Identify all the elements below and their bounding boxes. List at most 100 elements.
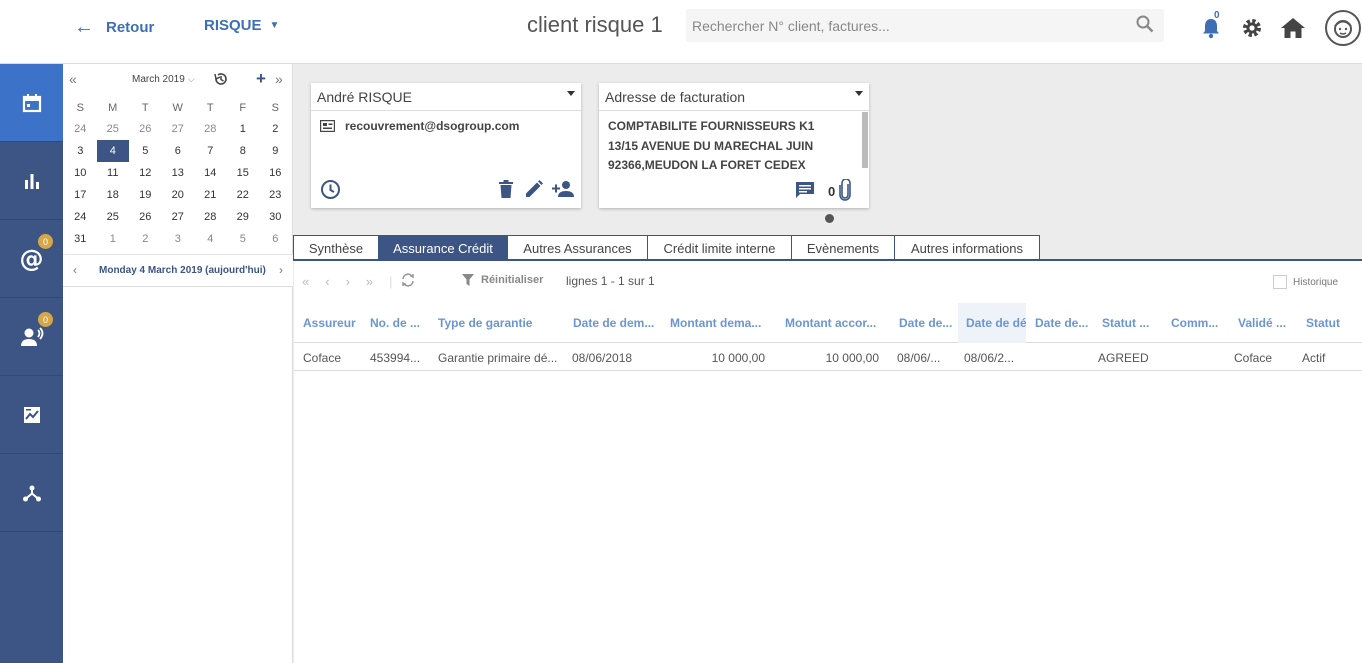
calendar-day[interactable]: 31 <box>64 228 97 250</box>
calendar-day[interactable]: 3 <box>64 140 97 162</box>
calendar-day[interactable]: 26 <box>129 118 162 140</box>
next-page-icon[interactable]: › <box>346 274 350 289</box>
calendar-day[interactable]: 19 <box>129 184 162 206</box>
calendar-day[interactable]: 24 <box>64 118 97 140</box>
calendar-day[interactable]: 6 <box>162 140 195 162</box>
calendar-day[interactable]: 10 <box>64 162 97 184</box>
calendar-day[interactable]: 1 <box>97 228 130 250</box>
calendar-day[interactable]: 16 <box>259 162 292 184</box>
refresh-icon[interactable] <box>401 272 415 290</box>
calendar-day[interactable]: 2 <box>259 118 292 140</box>
tab-evenements[interactable]: Evènements <box>791 235 895 260</box>
history-checkbox[interactable]: Historique <box>1273 275 1338 289</box>
column-header-sorted[interactable]: Date de dét <box>958 303 1026 343</box>
calendar-day[interactable]: 5 <box>129 140 162 162</box>
calendar-day-selected[interactable]: 4 <box>96 140 129 162</box>
calendar-day[interactable]: 21 <box>194 184 227 206</box>
calendar-day[interactable]: 25 <box>97 206 130 228</box>
history-icon[interactable] <box>213 71 229 90</box>
search-input[interactable] <box>686 9 1116 42</box>
calendar-day[interactable]: 4 <box>194 228 227 250</box>
calendar-day[interactable]: 22 <box>227 184 260 206</box>
calendar-day[interactable]: 18 <box>97 184 130 206</box>
column-header[interactable]: Date de... <box>1035 303 1091 343</box>
calendar-day[interactable]: 26 <box>129 206 162 228</box>
calendar-day[interactable]: 8 <box>227 140 260 162</box>
column-header[interactable]: Date de... <box>899 303 955 343</box>
column-header[interactable]: Montant accor... <box>785 303 889 343</box>
calendar-day[interactable]: 28 <box>194 118 227 140</box>
calendar-day[interactable]: 5 <box>227 228 260 250</box>
column-header[interactable]: Montant dema... <box>670 303 775 343</box>
email-text[interactable]: recouvrement@dsogroup.com <box>345 119 519 133</box>
calendar-day[interactable]: 12 <box>129 162 162 184</box>
column-header[interactable]: Comm... <box>1171 303 1231 343</box>
address-scrollbar[interactable] <box>862 112 868 168</box>
search-icon[interactable] <box>1136 15 1154 36</box>
address-type-select[interactable]: Adresse de facturation <box>599 83 869 111</box>
trash-icon[interactable] <box>498 180 514 201</box>
tab-credit-limite-interne[interactable]: Crédit limite interne <box>647 235 792 260</box>
column-header[interactable]: No. de ... <box>370 303 428 343</box>
carousel-dot[interactable] <box>825 214 834 223</box>
calendar-day[interactable]: 3 <box>162 228 195 250</box>
contact-select[interactable]: André RISQUE <box>311 83 581 111</box>
prev-page-icon[interactable]: ‹ <box>325 274 329 289</box>
chevron-left-icon[interactable]: ‹ <box>73 263 77 277</box>
comment-icon[interactable] <box>795 181 815 202</box>
add-user-icon[interactable] <box>552 180 574 201</box>
calendar-day[interactable]: 30 <box>259 206 292 228</box>
tab-synthese[interactable]: Synthèse <box>293 235 379 260</box>
edit-icon[interactable] <box>525 180 543 201</box>
sidebar-item-stats[interactable] <box>0 142 63 220</box>
calendar-day[interactable]: 7 <box>194 140 227 162</box>
calendar-day[interactable]: 27 <box>162 118 195 140</box>
column-header[interactable]: Date de dem... <box>573 303 663 343</box>
clock-icon[interactable] <box>320 179 341 203</box>
tab-assurance-credit[interactable]: Assurance Crédit <box>378 235 508 260</box>
tab-autres-informations[interactable]: Autres informations <box>894 235 1040 260</box>
sidebar-item-report[interactable] <box>0 376 63 454</box>
back-button[interactable]: ← Retour <box>74 16 154 39</box>
chevron-right-icon[interactable]: › <box>279 263 283 277</box>
table-row[interactable]: Coface 453994... Garantie primaire dé...… <box>294 344 1362 371</box>
column-header[interactable]: Validé ... <box>1238 303 1296 343</box>
calendar-day[interactable]: 14 <box>194 162 227 184</box>
sidebar-item-calendar[interactable] <box>0 64 63 142</box>
sidebar-item-contacts[interactable]: 0 <box>0 298 63 376</box>
add-event-icon[interactable]: + <box>256 69 266 89</box>
calendar-day[interactable]: 2 <box>129 228 162 250</box>
paperclip-icon[interactable] <box>838 178 852 204</box>
calendar-day[interactable]: 1 <box>227 118 260 140</box>
checkbox[interactable] <box>1273 275 1287 289</box>
sidebar-item-network[interactable] <box>0 454 63 532</box>
calendar-day[interactable]: 6 <box>259 228 292 250</box>
calendar-day[interactable]: 24 <box>64 206 97 228</box>
calendar-day[interactable]: 13 <box>162 162 195 184</box>
sidebar-item-mail[interactable]: @ 0 <box>0 220 63 298</box>
bell-icon[interactable]: 0 <box>1198 10 1224 43</box>
risk-dropdown[interactable]: RISQUE ▼ <box>204 17 279 34</box>
tab-autres-assurances[interactable]: Autres Assurances <box>507 235 648 260</box>
home-icon[interactable] <box>1280 13 1306 43</box>
gear-icon[interactable] <box>1239 13 1265 43</box>
reset-filter-button[interactable]: Réinitialiser <box>462 274 543 286</box>
calendar-day[interactable]: 15 <box>227 162 260 184</box>
last-page-icon[interactable]: » <box>366 274 373 289</box>
column-header[interactable]: Assureur <box>303 303 361 343</box>
first-page-icon[interactable]: « <box>302 274 309 289</box>
calendar-day[interactable]: 25 <box>97 118 130 140</box>
calendar-day[interactable]: 28 <box>194 206 227 228</box>
prev-year-icon[interactable]: « <box>69 71 77 87</box>
month-selector[interactable]: March 2019 ⌵ <box>132 74 195 85</box>
user-avatar[interactable] <box>1325 10 1361 46</box>
column-header[interactable]: Statut ... <box>1102 303 1162 343</box>
calendar-day[interactable]: 11 <box>97 162 130 184</box>
column-header[interactable]: Statut <box>1306 303 1356 343</box>
next-year-icon[interactable]: » <box>275 71 283 87</box>
calendar-day[interactable]: 20 <box>162 184 195 206</box>
calendar-day[interactable]: 9 <box>259 140 292 162</box>
calendar-day[interactable]: 27 <box>162 206 195 228</box>
column-header[interactable]: Type de garantie <box>438 303 563 343</box>
today-label[interactable]: Monday 4 March 2019 (aujourd'hui) <box>99 265 266 276</box>
